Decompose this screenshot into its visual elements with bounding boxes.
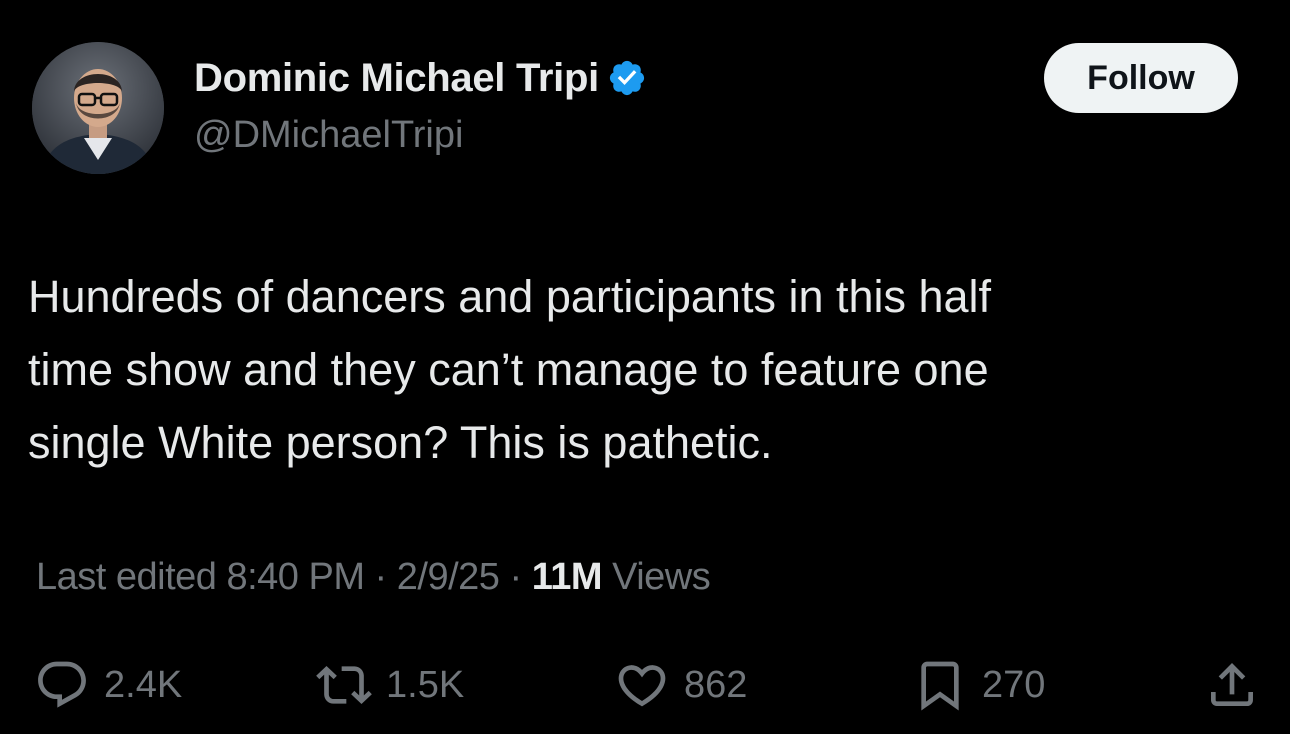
heart-icon	[614, 657, 670, 713]
bookmark-icon	[912, 657, 968, 713]
like-count: 862	[684, 663, 748, 706]
repost-count: 1.5K	[386, 663, 465, 706]
avatar-image	[32, 42, 164, 174]
share-icon	[1204, 657, 1260, 713]
tweet-text-line: single White person? This is pathetic.	[28, 417, 773, 468]
views-label: Views	[602, 556, 711, 598]
bookmark-count: 270	[982, 663, 1046, 706]
reply-button[interactable]: 2.4K	[34, 656, 182, 714]
share-button[interactable]	[1204, 656, 1260, 714]
bookmark-button[interactable]: 270	[912, 656, 1045, 714]
repost-button[interactable]: 1.5K	[316, 656, 464, 714]
edited-timestamp[interactable]: Last edited 8:40 PM · 2/9/25 ·	[36, 556, 532, 598]
tweet-text: Hundreds of dancers and participants in …	[28, 260, 1258, 479]
follow-button[interactable]: Follow	[1044, 43, 1238, 113]
author-handle[interactable]: @DMichaelTripi	[194, 114, 463, 157]
author-display-name[interactable]: Dominic Michael Tripi	[194, 56, 599, 101]
like-button[interactable]: 862	[614, 656, 747, 714]
tweet-meta: Last edited 8:40 PM · 2/9/25 · 11M Views	[36, 556, 711, 599]
tweet-text-line: Hundreds of dancers and participants in …	[28, 271, 992, 322]
verified-badge-icon[interactable]	[607, 58, 647, 98]
avatar[interactable]	[32, 42, 164, 174]
reply-count: 2.4K	[104, 663, 183, 706]
repost-icon	[316, 657, 372, 713]
tweet-text-line: time show and they can’t manage to featu…	[28, 344, 989, 395]
author-name-row[interactable]: Dominic Michael Tripi	[194, 52, 647, 104]
reply-icon	[34, 657, 90, 713]
views-count: 11M	[531, 556, 603, 598]
